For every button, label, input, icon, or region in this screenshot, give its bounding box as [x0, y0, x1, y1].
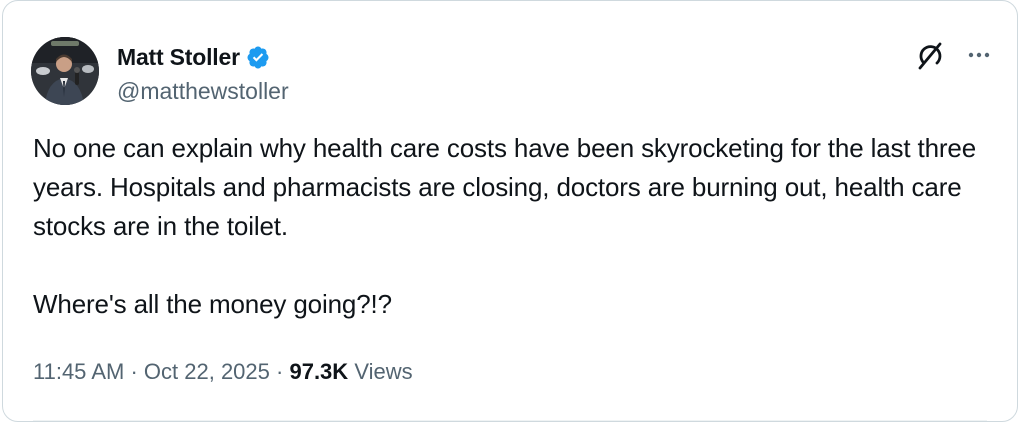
name-row: Matt Stoller [117, 43, 289, 71]
tweet-card: Matt Stoller @matthewstoller No one can … [2, 0, 1018, 422]
avatar-photo [31, 37, 99, 105]
author-handle[interactable]: @matthewstoller [117, 78, 289, 105]
verified-badge-icon [246, 45, 270, 69]
tweet-date[interactable]: Oct 22, 2025 [144, 359, 270, 384]
views-label[interactable]: Views [354, 359, 412, 384]
author-display-name[interactable]: Matt Stoller [117, 44, 240, 71]
author-avatar[interactable] [31, 37, 99, 105]
more-options-icon[interactable] [965, 43, 993, 67]
divider [33, 420, 987, 421]
meta-separator: · [130, 359, 138, 384]
tweet-header: Matt Stoller @matthewstoller [31, 37, 997, 109]
author-info: Matt Stoller @matthewstoller [117, 43, 289, 105]
tweet-time[interactable]: 11:45 AM [33, 359, 124, 384]
tweet-meta: 11:45 AM · Oct 22, 2025 · 97.3K Views [33, 359, 413, 385]
views-count[interactable]: 97.3K [289, 359, 348, 384]
tweet-text: No one can explain why health care costs… [33, 133, 977, 319]
meta-separator: · [276, 359, 284, 384]
grok-icon[interactable] [915, 41, 945, 71]
